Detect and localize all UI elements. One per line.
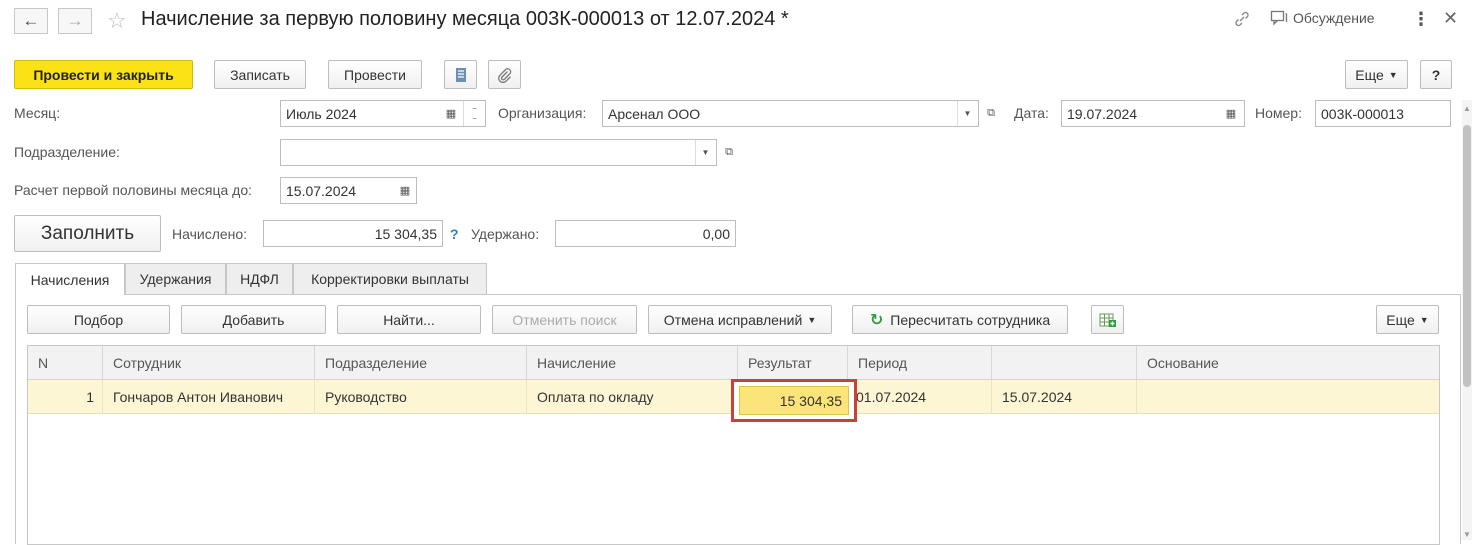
calendar-icon[interactable]: ▦ [441, 101, 461, 126]
calc-date-value: 15.07.2024 [286, 182, 357, 199]
close-icon[interactable]: ✕ [1443, 8, 1458, 29]
date-label: Дата: [1014, 105, 1049, 121]
document-list-icon [455, 67, 466, 82]
discuss-label: Обсуждение [1293, 10, 1375, 26]
cancel-search-button[interactable]: Отменить поиск [492, 305, 637, 334]
cell-employee[interactable]: Гончаров Антон Иванович [103, 380, 315, 413]
col-header-result[interactable]: Результат [738, 346, 848, 380]
post-and-close-button[interactable]: Провести и закрыть [14, 60, 193, 89]
withheld-field: 0,00 [555, 220, 736, 247]
cell-department[interactable]: Руководство [315, 380, 527, 413]
arrow-right-icon: → [66, 11, 84, 30]
org-open-icon[interactable]: ⧉ [981, 101, 1001, 126]
back-button[interactable]: ← [14, 8, 48, 34]
accrued-value: 15 304,35 [374, 225, 437, 242]
cell-n[interactable]: 1 [28, 380, 103, 413]
arrow-left-icon: ← [22, 11, 40, 30]
org-value: Арсенал ООО [608, 105, 701, 122]
scroll-up-icon[interactable]: ▲ [1463, 104, 1471, 113]
accrued-label: Начислено: [172, 226, 248, 242]
favorite-star-icon[interactable]: ☆ [107, 8, 127, 34]
cell-accrual[interactable]: Оплата по окладу [527, 380, 738, 413]
post-button[interactable]: Провести [328, 60, 422, 89]
dept-label: Подразделение: [14, 144, 120, 160]
col-header-basis[interactable]: Основание [1137, 346, 1439, 380]
dept-open-icon[interactable]: ⧉ [719, 140, 739, 165]
refresh-icon: ↻ [869, 311, 884, 329]
table-more-button[interactable]: Еще ▼ [1376, 305, 1439, 334]
accruals-table: N Сотрудник Подразделение Начисление Рез… [27, 345, 1440, 545]
forward-button[interactable]: → [58, 8, 92, 34]
cell-basis[interactable] [1137, 380, 1439, 413]
number-value: 003К-000013 [1321, 105, 1404, 122]
selected-cell-frame: 15 304,35 [731, 379, 857, 422]
chevron-down-icon: ▼ [1388, 69, 1398, 80]
recalc-employee-button[interactable]: ↻ Пересчитать сотрудника [852, 305, 1068, 334]
withheld-value: 0,00 [702, 225, 730, 242]
col-header-employee[interactable]: Сотрудник [103, 346, 315, 380]
recalc-label: Пересчитать сотрудника [890, 311, 1051, 328]
spin-up-icon[interactable]: − [472, 104, 477, 114]
document-title: Начисление за первую половину месяца 003… [141, 8, 789, 30]
cancel-fixes-label: Отмена исправлений [663, 311, 803, 328]
withheld-label: Удержано: [471, 226, 540, 242]
month-spinner[interactable]: − − [463, 101, 485, 126]
date-field[interactable]: 19.07.2024 [1061, 100, 1245, 127]
add-button[interactable]: Добавить [181, 305, 326, 334]
pick-button[interactable]: Подбор [27, 305, 170, 334]
number-label: Номер: [1255, 105, 1302, 121]
more-label: Еще [1355, 66, 1384, 83]
col-header-accrual[interactable]: Начисление [527, 346, 738, 380]
paperclip-icon [497, 67, 511, 83]
accrued-field: 15 304,35 [263, 220, 443, 247]
more-vert-icon[interactable]: ⋮ [1412, 9, 1430, 30]
chevron-down-icon: ▼ [1419, 314, 1429, 325]
help-button[interactable]: ? [1420, 60, 1452, 89]
spin-down-icon[interactable]: − [472, 114, 477, 124]
org-field[interactable]: Арсенал ООО [602, 100, 979, 127]
find-button[interactable]: Найти... [337, 305, 481, 334]
dept-field[interactable] [280, 139, 717, 166]
more-button[interactable]: Еще ▼ [1345, 60, 1408, 89]
table-more-label: Еще [1386, 311, 1415, 328]
number-field[interactable]: 003К-000013 [1315, 100, 1451, 127]
col-header-department[interactable]: Подразделение [315, 346, 527, 380]
save-button[interactable]: Записать [214, 60, 306, 89]
cell-period-start[interactable]: 01.07.2024 [848, 380, 992, 413]
chat-icon [1270, 10, 1288, 26]
cancel-fixes-button[interactable]: Отмена исправлений ▼ [648, 305, 832, 334]
dept-dropdown-icon[interactable]: ▼ [695, 140, 715, 165]
cell-result[interactable]: 15 304,35 [739, 386, 849, 415]
tab-ndfl[interactable]: НДФЛ [226, 263, 293, 294]
calc-label: Расчет первой половины месяца до: [14, 182, 252, 198]
calc-calendar-icon[interactable]: ▦ [395, 178, 415, 203]
col-header-n[interactable]: N [28, 346, 103, 380]
tab-accruals[interactable]: Начисления [15, 263, 125, 295]
month-label: Месяц: [14, 105, 61, 121]
discuss-button[interactable]: Обсуждение [1270, 10, 1375, 26]
link-icon[interactable] [1233, 10, 1251, 33]
date-value: 19.07.2024 [1067, 105, 1138, 122]
scrollbar-thumb[interactable] [1463, 125, 1471, 387]
org-dropdown-icon[interactable]: ▼ [957, 101, 977, 126]
help-mark-icon[interactable]: ? [450, 226, 459, 242]
tab-deductions[interactable]: Удержания [125, 263, 226, 294]
month-value: Июль 2024 [286, 105, 357, 122]
fill-button[interactable]: Заполнить [14, 215, 161, 252]
chevron-down-icon: ▼ [807, 314, 817, 325]
col-header-period[interactable]: Период [848, 346, 992, 380]
scroll-down-icon[interactable]: ▼ [1463, 530, 1471, 539]
tab-payment-corrections[interactable]: Корректировки выплаты [293, 263, 487, 294]
cell-period-end[interactable]: 15.07.2024 [992, 380, 1137, 413]
col-header-period-end[interactable] [992, 346, 1137, 380]
org-label: Организация: [498, 105, 587, 121]
report-button[interactable] [444, 60, 477, 89]
table-add-icon [1099, 313, 1116, 327]
table-settings-button[interactable] [1091, 305, 1124, 334]
date-calendar-icon[interactable]: ▦ [1221, 101, 1241, 126]
attach-button[interactable] [488, 60, 521, 89]
